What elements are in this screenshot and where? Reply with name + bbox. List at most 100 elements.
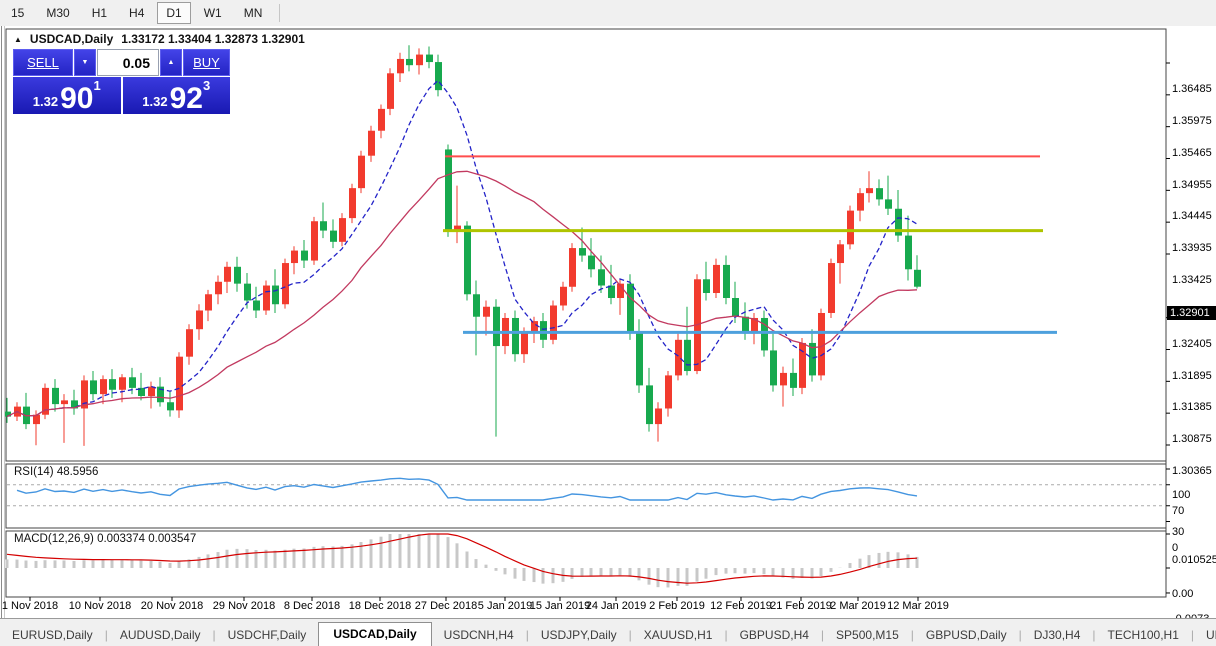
chart-tab-xauusd-h1[interactable]: XAUUSD,H1 bbox=[632, 624, 725, 646]
chart-tab-bar: EURUSD,Daily|AUDUSD,Daily|USDCHF,DailyUS… bbox=[0, 618, 1216, 646]
chart-tab-usdjpy-daily[interactable]: USDJPY,Daily bbox=[529, 624, 629, 646]
buy-button[interactable]: BUY bbox=[183, 49, 230, 76]
candle bbox=[148, 387, 155, 396]
candle bbox=[291, 251, 298, 263]
candle bbox=[732, 298, 739, 317]
date-axis-label: 27 Dec 2018 bbox=[415, 600, 477, 612]
buy-price-pip: 3 bbox=[203, 78, 210, 93]
chart-tab-tech100-h1[interactable]: TECH100,H1 bbox=[1096, 624, 1191, 646]
timeframe-button-15[interactable]: 15 bbox=[2, 2, 33, 24]
timeframe-button-h4[interactable]: H4 bbox=[120, 2, 153, 24]
candle bbox=[368, 131, 375, 156]
chart-tab-gbpusd-daily[interactable]: GBPUSD,Daily bbox=[914, 624, 1019, 646]
sell-price-big: 90 bbox=[60, 86, 93, 112]
chart-tab-eurusd-daily[interactable]: EURUSD,Daily bbox=[0, 624, 105, 646]
chart-tab-ukc[interactable]: UKC bbox=[1194, 624, 1216, 646]
timeframe-button-m30[interactable]: M30 bbox=[37, 2, 78, 24]
rsi-scale-label: 30 bbox=[1172, 526, 1184, 538]
candle bbox=[837, 244, 844, 263]
price-axis-label: 1.33425 bbox=[1172, 274, 1212, 286]
candle bbox=[560, 287, 567, 306]
chart-tab-sp500-m15[interactable]: SP500,M15 bbox=[824, 624, 911, 646]
rsi-pane[interactable] bbox=[6, 464, 1166, 528]
price-axis-label: 1.34955 bbox=[1172, 179, 1212, 191]
chart-tab-usdcad-daily[interactable]: USDCAD,Daily bbox=[318, 622, 431, 646]
volume-increase-button[interactable]: ▲ bbox=[160, 49, 182, 76]
sell-price-display[interactable]: 1.32 90 1 bbox=[13, 77, 121, 114]
timeframe-button-d1[interactable]: D1 bbox=[157, 2, 190, 24]
date-axis-label: 10 Nov 2018 bbox=[69, 600, 131, 612]
candle bbox=[215, 282, 222, 294]
timeframe-toolbar: 15M30H1H4D1W1MN bbox=[0, 0, 1216, 27]
candle bbox=[167, 402, 174, 410]
chart-tab-dj30-h4[interactable]: DJ30,H4 bbox=[1022, 624, 1093, 646]
candle bbox=[636, 332, 643, 386]
timeframe-button-mn[interactable]: MN bbox=[235, 2, 272, 24]
candle bbox=[579, 248, 586, 255]
ohlc-readout: 1.33172 1.33404 1.32873 1.32901 bbox=[121, 32, 305, 46]
candle bbox=[263, 286, 270, 311]
candle bbox=[521, 332, 528, 354]
mt4-window: 15M30H1H4D1W1MN ▲ USDCAD,Daily 1.33172 1… bbox=[0, 0, 1216, 646]
candle bbox=[445, 149, 452, 231]
date-axis-label: 12 Mar 2019 bbox=[887, 600, 949, 612]
timeframe-button-w1[interactable]: W1 bbox=[195, 2, 231, 24]
price-axis-label: 1.35465 bbox=[1172, 147, 1212, 159]
chart-tab-gbpusd-h4[interactable]: GBPUSD,H4 bbox=[728, 624, 821, 646]
candle bbox=[675, 340, 682, 376]
date-axis-label: 29 Nov 2018 bbox=[213, 600, 275, 612]
macd-indicator-label: MACD(12,26,9) 0.003374 0.003547 bbox=[14, 533, 196, 545]
candle bbox=[512, 318, 519, 354]
timeframe-button-h1[interactable]: H1 bbox=[83, 2, 116, 24]
date-axis-label: 20 Nov 2018 bbox=[141, 600, 203, 612]
candle bbox=[406, 59, 413, 65]
candle bbox=[473, 294, 480, 316]
window-left-edge bbox=[1, 26, 2, 618]
toolbar-separator bbox=[279, 4, 280, 22]
candle bbox=[723, 265, 730, 298]
candle bbox=[828, 263, 835, 313]
candle bbox=[790, 373, 797, 388]
candle bbox=[531, 321, 538, 332]
chart-title: ▲ USDCAD,Daily 1.33172 1.33404 1.32873 1… bbox=[14, 32, 305, 46]
candle bbox=[397, 59, 404, 73]
candle bbox=[493, 307, 500, 346]
volume-decrease-button[interactable]: ▼ bbox=[74, 49, 96, 76]
sell-price-pip: 1 bbox=[93, 78, 100, 93]
candle bbox=[703, 279, 710, 293]
price-axis-label: 1.36485 bbox=[1172, 83, 1212, 95]
candle bbox=[224, 267, 231, 282]
candle bbox=[244, 284, 251, 301]
candle bbox=[205, 294, 212, 310]
candle bbox=[818, 313, 825, 375]
chart-tab-usdchf-daily[interactable]: USDCHF,Daily bbox=[216, 624, 319, 646]
candle bbox=[253, 301, 260, 311]
candle bbox=[320, 221, 327, 230]
sell-button[interactable]: SELL bbox=[13, 49, 73, 76]
candle bbox=[52, 388, 59, 404]
date-axis-label: 5 Jan 2019 bbox=[478, 600, 532, 612]
candle bbox=[598, 269, 605, 285]
buy-price-big: 92 bbox=[170, 86, 203, 112]
chart-tab-usdcnh-h4[interactable]: USDCNH,H4 bbox=[432, 624, 526, 646]
macd-scale-label: 0.00 bbox=[1172, 588, 1193, 600]
symbol-title: USDCAD,Daily bbox=[30, 32, 113, 46]
date-axis-label: 15 Jan 2019 bbox=[530, 600, 591, 612]
candle bbox=[129, 377, 136, 388]
candle bbox=[100, 379, 107, 394]
candle bbox=[866, 188, 873, 193]
candle bbox=[426, 55, 433, 62]
price-axis-label: 1.33935 bbox=[1172, 242, 1212, 254]
buy-price-display[interactable]: 1.32 92 3 bbox=[123, 77, 231, 114]
chart-tab-audusd-daily[interactable]: AUDUSD,Daily bbox=[108, 624, 213, 646]
candle bbox=[301, 251, 308, 261]
volume-input[interactable]: 0.05 bbox=[97, 49, 159, 76]
price-axis-label: 1.35975 bbox=[1172, 115, 1212, 127]
chart-window[interactable]: ▲ USDCAD,Daily 1.33172 1.33404 1.32873 1… bbox=[0, 26, 1216, 618]
collapse-panel-icon[interactable]: ▲ bbox=[14, 35, 22, 44]
candle bbox=[282, 263, 289, 304]
candle bbox=[119, 377, 126, 389]
rsi-indicator-label: RSI(14) 48.5956 bbox=[14, 466, 98, 478]
candle bbox=[61, 400, 68, 404]
date-axis-label: 2 Feb 2019 bbox=[649, 600, 705, 612]
